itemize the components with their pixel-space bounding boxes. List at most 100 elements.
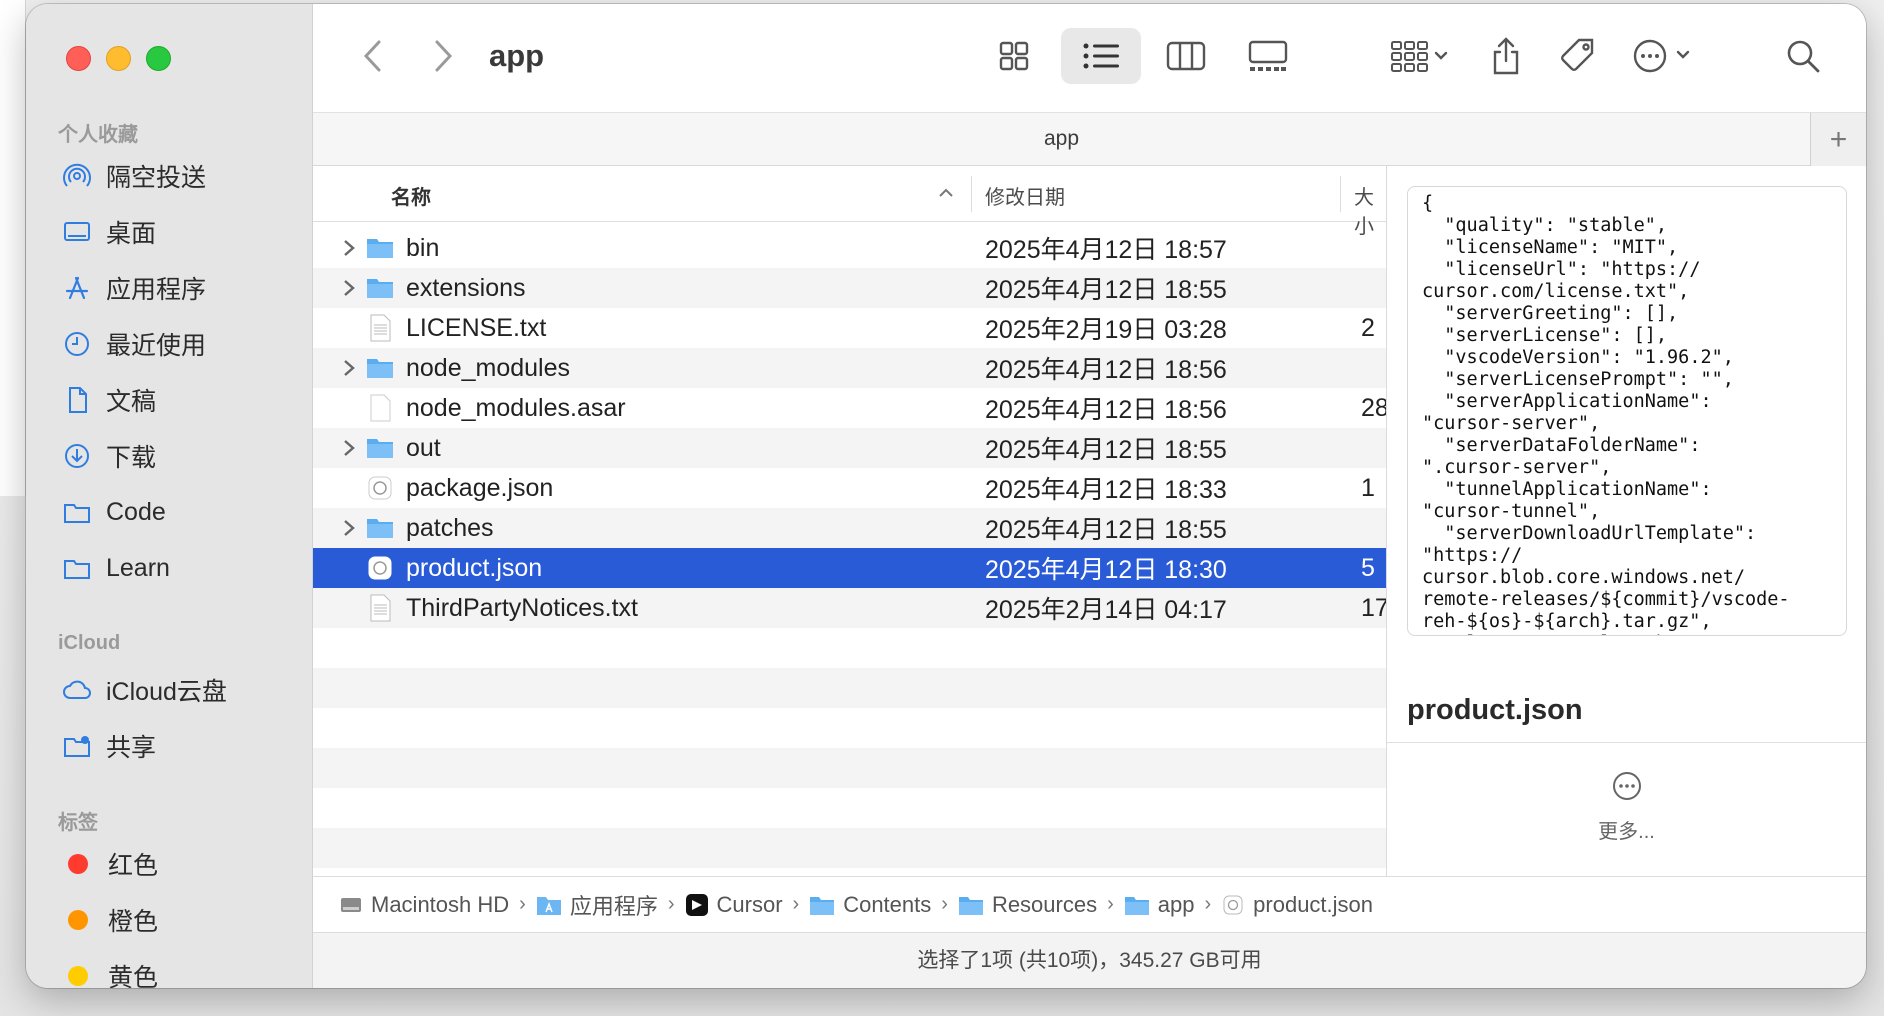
breadcrumb-label: Cursor bbox=[716, 891, 783, 917]
breadcrumb-item[interactable]: Macintosh HD bbox=[339, 892, 509, 918]
yellow-tag-icon bbox=[68, 966, 88, 986]
share-button[interactable] bbox=[1481, 28, 1531, 84]
file-row[interactable]: node_modules 2025年4月12日 18:56 bbox=[313, 348, 1386, 388]
sidebar-item-downloads[interactable]: 下载 bbox=[62, 434, 156, 478]
folder-icon bbox=[809, 893, 835, 917]
disclosure-chevron-icon[interactable] bbox=[341, 278, 357, 298]
file-row[interactable]: node_modules.asar 2025年4月12日 18:56 28 bbox=[313, 388, 1386, 428]
folder-icon bbox=[64, 504, 90, 523]
breadcrumb-item[interactable]: 应用程序 bbox=[536, 889, 658, 921]
disclosure-chevron-icon[interactable] bbox=[341, 438, 357, 458]
search-icon bbox=[1787, 40, 1820, 73]
folder-icon bbox=[365, 273, 395, 303]
sidebar-item-applications[interactable]: 应用程序 bbox=[62, 266, 206, 310]
download-icon bbox=[65, 444, 89, 468]
status-bar: 选择了1项 (共10项)，345.27 GB可用 bbox=[313, 932, 1866, 988]
file-row[interactable]: package.json 2025年4月12日 18:33 1 bbox=[313, 468, 1386, 508]
empty-row bbox=[313, 668, 1386, 708]
file-name: node_modules.asar bbox=[406, 393, 626, 422]
column-header: 名称 修改日期 大小 bbox=[313, 166, 1386, 238]
tab-app[interactable]: app bbox=[313, 127, 1810, 151]
file-list: 名称 修改日期 大小 bin 2025年4月12日 18:57 extensions… bbox=[313, 166, 1386, 876]
preview-filename: product.json bbox=[1407, 694, 1583, 726]
breadcrumb-item[interactable]: Cursor bbox=[685, 892, 783, 918]
file-row[interactable]: product.json 2025年4月12日 18:30 5 bbox=[313, 548, 1386, 588]
column-view-button[interactable] bbox=[1153, 28, 1219, 84]
plus-icon: + bbox=[1829, 123, 1848, 156]
minimize-button[interactable] bbox=[106, 46, 131, 71]
sidebar-item-icloud-drive[interactable]: iCloud云盘 bbox=[62, 668, 227, 712]
disclosure-chevron-icon[interactable] bbox=[341, 238, 357, 258]
sidebar-item-code[interactable]: Code bbox=[62, 490, 166, 534]
sidebar-item-label: 黄色 bbox=[108, 964, 159, 988]
column-divider[interactable] bbox=[971, 176, 972, 212]
sidebar-item-shared[interactable]: 共享 bbox=[62, 724, 156, 768]
tag-button[interactable] bbox=[1553, 28, 1603, 84]
file-size: 17 bbox=[1361, 593, 1386, 622]
sidebar-item-desktop[interactable]: 桌面 bbox=[62, 210, 156, 254]
empty-row bbox=[313, 628, 1386, 668]
empty-row bbox=[313, 828, 1386, 868]
sidebar-item-learn[interactable]: Learn bbox=[62, 546, 170, 590]
hard-drive-icon bbox=[339, 893, 363, 917]
file-date: 2025年4月12日 18:57 bbox=[985, 236, 1227, 264]
zoom-button[interactable] bbox=[146, 46, 171, 71]
sidebar-item-airdrop[interactable]: 隔空投送 bbox=[62, 154, 206, 198]
breadcrumb-item[interactable]: Resources bbox=[958, 892, 1097, 918]
divider bbox=[1387, 742, 1866, 743]
breadcrumb-item[interactable]: product.json bbox=[1221, 892, 1373, 918]
ellipsis-circle-icon bbox=[1633, 39, 1690, 73]
file-date: 2025年4月12日 18:55 bbox=[985, 276, 1227, 304]
sidebar-section-favorites: 个人收藏 bbox=[58, 124, 138, 146]
orange-tag-icon bbox=[68, 910, 88, 930]
file-name: extensions bbox=[406, 273, 526, 302]
disclosure-chevron-icon[interactable] bbox=[341, 358, 357, 378]
sidebar-item-recents[interactable]: 最近使用 bbox=[62, 322, 206, 366]
breadcrumb-item[interactable]: Contents bbox=[809, 892, 931, 918]
more-actions-button[interactable] bbox=[1623, 28, 1703, 84]
empty-row bbox=[313, 708, 1386, 748]
file-row[interactable]: out 2025年4月12日 18:55 bbox=[313, 428, 1386, 468]
column-date-header[interactable]: 修改日期 bbox=[985, 181, 1065, 210]
gallery-view-button[interactable] bbox=[1235, 28, 1301, 84]
forward-button[interactable] bbox=[423, 34, 463, 78]
column-divider[interactable] bbox=[1340, 176, 1341, 212]
group-by-button[interactable] bbox=[1380, 28, 1460, 84]
sidebar-tag-red[interactable]: 红色 bbox=[62, 842, 158, 886]
file-row[interactable]: bin 2025年4月12日 18:57 bbox=[313, 228, 1386, 268]
file-date: 2025年4月12日 18:33 bbox=[985, 476, 1227, 504]
file-name: LICENSE.txt bbox=[406, 313, 547, 342]
file-row[interactable]: patches 2025年4月12日 18:55 bbox=[313, 508, 1386, 548]
file-row[interactable]: extensions 2025年4月12日 18:55 bbox=[313, 268, 1386, 308]
back-button[interactable] bbox=[353, 34, 393, 78]
preview-content-box[interactable]: { "quality": "stable", "licenseName": "M… bbox=[1407, 186, 1847, 636]
file-size: 28 bbox=[1361, 393, 1386, 422]
breadcrumb-item[interactable]: app bbox=[1124, 892, 1194, 918]
column-name-header[interactable]: 名称 bbox=[391, 181, 431, 210]
file-row[interactable]: LICENSE.txt 2025年2月19日 03:28 2 bbox=[313, 308, 1386, 348]
file-date: 2025年4月12日 18:30 bbox=[985, 556, 1227, 584]
cursor-app-icon bbox=[685, 893, 709, 917]
file-row[interactable]: ThirdPartyNotices.txt 2025年2月14日 04:17 17 bbox=[313, 588, 1386, 628]
list-icon bbox=[1083, 43, 1119, 69]
sidebar-item-documents[interactable]: 文稿 bbox=[62, 378, 156, 422]
desktop-icon bbox=[64, 222, 90, 241]
file-size: 5 bbox=[1361, 553, 1375, 582]
new-tab-button[interactable]: + bbox=[1810, 113, 1866, 167]
sidebar-tag-orange[interactable]: 橙色 bbox=[62, 898, 158, 942]
sidebar-tag-yellow[interactable]: 黄色 bbox=[62, 954, 158, 988]
list-view-button[interactable] bbox=[1061, 28, 1141, 84]
search-button[interactable] bbox=[1778, 28, 1828, 84]
sidebar-item-label: 文稿 bbox=[106, 388, 157, 416]
more-button[interactable]: 更多... bbox=[1387, 770, 1866, 844]
close-button[interactable] bbox=[66, 46, 91, 71]
sidebar-item-label: Code bbox=[106, 497, 166, 526]
grid-icon bbox=[999, 41, 1029, 71]
more-label: 更多... bbox=[1598, 821, 1655, 843]
sidebar-item-label: iCloud云盘 bbox=[106, 678, 227, 706]
icon-view-button[interactable] bbox=[986, 28, 1042, 84]
folder-icon bbox=[958, 893, 984, 917]
chevron-left-icon bbox=[363, 40, 381, 72]
breadcrumb-label: product.json bbox=[1253, 891, 1374, 917]
disclosure-chevron-icon[interactable] bbox=[341, 518, 357, 538]
